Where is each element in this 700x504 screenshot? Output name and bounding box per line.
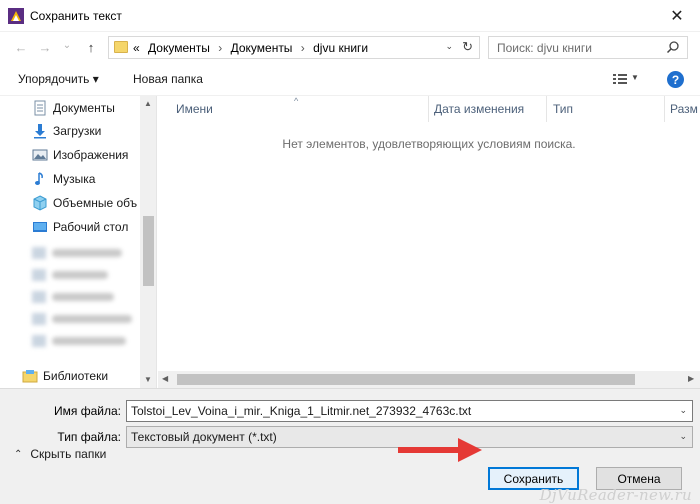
up-arrow-icon[interactable]: ↑ (82, 38, 100, 56)
new-folder-button[interactable]: Новая папка (133, 72, 203, 86)
sidebar-item-libraries[interactable]: Библиотеки (22, 368, 108, 384)
breadcrumb-item-documents[interactable]: Документы (148, 41, 210, 55)
save-form: Имя файла: Tolstoi_Lev_Voina_i_mir._Knig… (0, 388, 700, 504)
obscured-sidebar-item[interactable] (32, 246, 122, 260)
obscured-sidebar-item[interactable] (32, 312, 132, 326)
breadcrumb-overflow[interactable]: « (133, 41, 140, 55)
search-placeholder: Поиск: djvu книги (497, 41, 592, 55)
breadcrumb: « Документы › Документы › djvu книги (133, 41, 373, 55)
close-icon: ✕ (670, 8, 684, 25)
help-icon[interactable]: ? (667, 71, 684, 88)
sort-arrow-icon: ^ (294, 96, 299, 106)
scroll-down-icon[interactable]: ▼ (144, 375, 152, 384)
pictures-icon (32, 149, 48, 161)
navigation-pane: Документы Загрузки Изображения Музыка Об… (0, 96, 157, 388)
sidebar-item-pictures[interactable]: Изображения (32, 144, 128, 166)
filename-value: Tolstoi_Lev_Voina_i_mir._Kniga_1_Litmir.… (131, 404, 472, 418)
sidebar-item-label: Музыка (53, 172, 96, 186)
chevron-down-icon[interactable]: ⌄ (679, 431, 687, 442)
horizontal-scrollbar[interactable]: ◀ ▶ (158, 371, 700, 388)
sidebar-item-label: Библиотеки (43, 369, 109, 383)
breadcrumb-item-djvu-books[interactable]: djvu книги (313, 41, 368, 55)
watermark: DjVuReader-new.ru (539, 486, 692, 504)
music-icon (35, 172, 43, 185)
sidebar-item-3d-objects[interactable]: Объемные объ (32, 192, 137, 214)
filename-field[interactable]: Tolstoi_Lev_Voina_i_mir._Kniga_1_Litmir.… (126, 400, 693, 422)
filetype-label: Тип файла: (57, 430, 121, 444)
breadcrumb-item-documents-2[interactable]: Документы (231, 41, 293, 55)
chevron-right-icon[interactable]: › (218, 41, 222, 55)
sidebar-item-downloads[interactable]: Загрузки (32, 120, 101, 142)
chevron-right-icon[interactable]: › (301, 41, 305, 55)
sidebar-item-label: Изображения (53, 148, 129, 162)
scroll-right-icon[interactable]: ▶ (688, 374, 694, 383)
chevron-down-icon[interactable]: ⌄ (445, 41, 453, 52)
hide-folders-toggle[interactable]: ⌃ Скрыть папки (14, 447, 106, 461)
obscured-sidebar-item[interactable] (32, 290, 114, 304)
column-header-date[interactable]: Дата изменения (434, 102, 524, 116)
filename-label: Имя файла: (54, 404, 121, 418)
refresh-icon[interactable]: ↻ (462, 39, 473, 55)
chevron-up-icon: ⌃ (14, 448, 23, 460)
app-icon (8, 8, 24, 24)
forward-arrow-icon[interactable]: → (36, 38, 54, 56)
scroll-up-icon[interactable]: ▲ (144, 99, 152, 108)
column-header-size[interactable]: Разм (670, 102, 698, 116)
search-input[interactable]: Поиск: djvu книги (488, 36, 688, 59)
sidebar-item-label: Загрузки (53, 124, 102, 138)
sidebar-item-label: Документы (53, 101, 115, 115)
view-options-icon[interactable] (612, 71, 628, 87)
sidebar-item-label: Объемные объ (53, 196, 138, 210)
empty-message: Нет элементов, удовлетворяющих условиям … (282, 137, 576, 151)
column-divider[interactable] (664, 96, 665, 122)
filetype-value: Текстовый документ (*.txt) (131, 430, 277, 444)
hide-folders-label: Скрыть папки (30, 447, 107, 461)
column-header-name[interactable]: Имени (176, 102, 213, 116)
desktop-icon (33, 222, 47, 232)
scrollbar-thumb[interactable] (177, 374, 635, 385)
folder-icon (114, 41, 128, 53)
column-divider[interactable] (546, 96, 547, 122)
sidebar-item-label: Рабочий стол (53, 220, 129, 234)
column-divider[interactable] (428, 96, 429, 122)
search-icon[interactable] (666, 40, 680, 54)
window-title: Сохранить текст (30, 9, 122, 23)
command-toolbar: Упорядочить ▾ Новая папка ▼ ? (0, 62, 700, 96)
scroll-left-icon[interactable]: ◀ (162, 374, 168, 383)
libraries-icon (22, 370, 38, 383)
organize-button[interactable]: Упорядочить ▾ (18, 72, 99, 86)
obscured-sidebar-item[interactable] (32, 268, 108, 282)
file-list: ^ Имени Дата изменения Тип Разм Нет элем… (158, 96, 700, 388)
documents-icon (34, 100, 46, 116)
sidebar-item-music[interactable]: Музыка (32, 168, 95, 190)
address-bar[interactable]: « Документы › Документы › djvu книги ⌄ ↻ (108, 36, 480, 59)
obscured-sidebar-item[interactable] (32, 334, 126, 348)
title-bar: Сохранить текст ✕ (0, 0, 700, 32)
red-arrow-icon (398, 438, 482, 462)
column-header-type[interactable]: Тип (553, 102, 573, 116)
recent-locations-icon[interactable]: ⌄ (58, 36, 76, 54)
scrollbar-thumb[interactable] (143, 216, 154, 286)
sidebar-scrollbar[interactable]: ▲ ▼ (140, 96, 156, 388)
navigation-bar: ← → ⌄ ↑ « Документы › Документы › djvu к… (0, 32, 700, 62)
back-arrow-icon[interactable]: ← (12, 38, 30, 56)
close-button[interactable]: ✕ (654, 0, 700, 32)
view-dropdown-icon[interactable]: ▼ (631, 73, 639, 82)
chevron-down-icon[interactable]: ⌄ (679, 405, 687, 416)
sidebar-item-documents[interactable]: Документы (32, 97, 115, 119)
sidebar-item-desktop[interactable]: Рабочий стол (32, 216, 128, 238)
downloads-icon (34, 124, 46, 139)
3d-objects-icon (33, 195, 47, 211)
